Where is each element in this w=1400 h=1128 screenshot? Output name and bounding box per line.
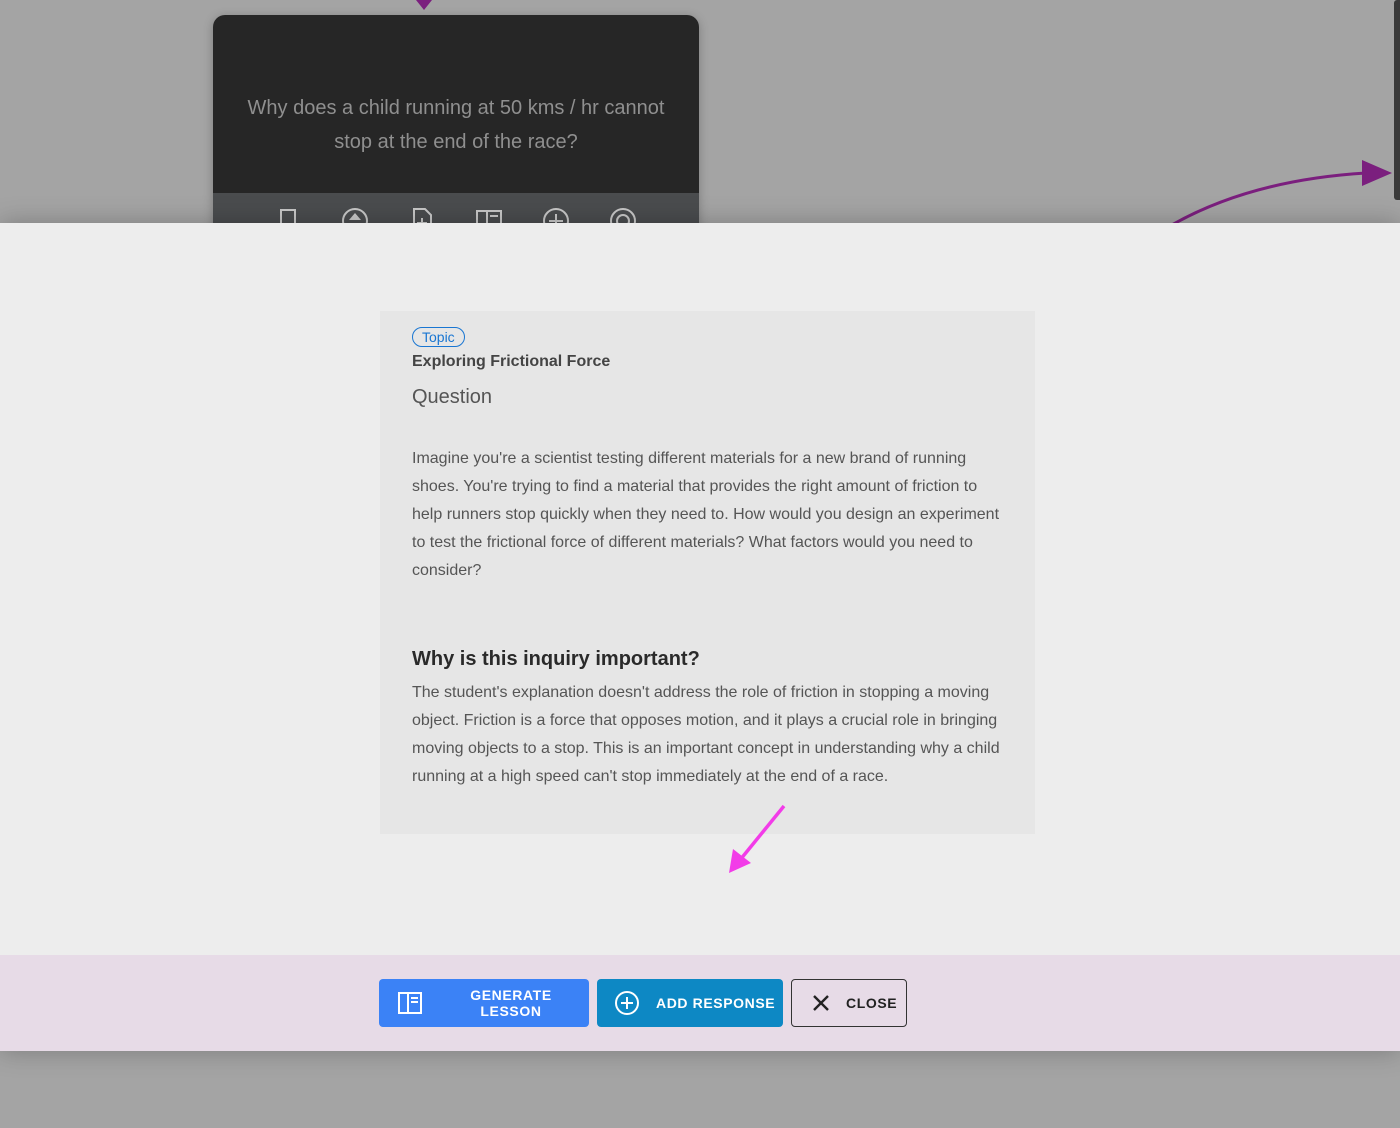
question-text: Imagine you're a scientist testing diffe… bbox=[412, 450, 1000, 579]
connector-arrows bbox=[416, 0, 1392, 223]
modal-action-bar: GENERATE LESSON ADD RESPONSE CLOSE bbox=[0, 955, 1400, 1051]
add-response-label: ADD RESPONSE bbox=[656, 995, 776, 1011]
topic-chip: Topic bbox=[412, 327, 465, 347]
importance-heading: Why is this inquiry important? bbox=[412, 648, 700, 670]
section-heading: Question bbox=[412, 386, 493, 408]
close-label: CLOSE bbox=[846, 995, 898, 1011]
importance-text: The student's explanation doesn't addres… bbox=[412, 684, 1000, 785]
connector-arrowhead-top bbox=[416, 0, 432, 10]
connector-arrowhead-right bbox=[1362, 160, 1392, 186]
close-button[interactable]: CLOSE bbox=[791, 979, 907, 1027]
inquiry-detail-modal: Topic Exploring Frictional Force Questio… bbox=[0, 223, 1400, 1051]
generate-lesson-button[interactable]: GENERATE LESSON bbox=[379, 979, 589, 1027]
add-response-button[interactable]: ADD RESPONSE bbox=[597, 979, 783, 1027]
connector-curve-right bbox=[1172, 171, 1367, 223]
inquiry-content-card: Topic Exploring Frictional Force Questio… bbox=[380, 311, 1035, 834]
book-open-icon bbox=[397, 990, 423, 1016]
close-icon bbox=[810, 992, 832, 1014]
generate-lesson-label: GENERATE LESSON bbox=[470, 987, 552, 1019]
annotation-arrow-icon bbox=[729, 804, 786, 873]
node-question-text: Why does a child running at 50 kms / hr … bbox=[247, 97, 665, 153]
add-circle-icon bbox=[614, 990, 640, 1016]
offscreen-node-edge[interactable] bbox=[1394, 0, 1400, 200]
topic-title: Exploring Frictional Force bbox=[412, 353, 611, 370]
question-node-card[interactable]: Why does a child running at 50 kms / hr … bbox=[213, 15, 699, 245]
